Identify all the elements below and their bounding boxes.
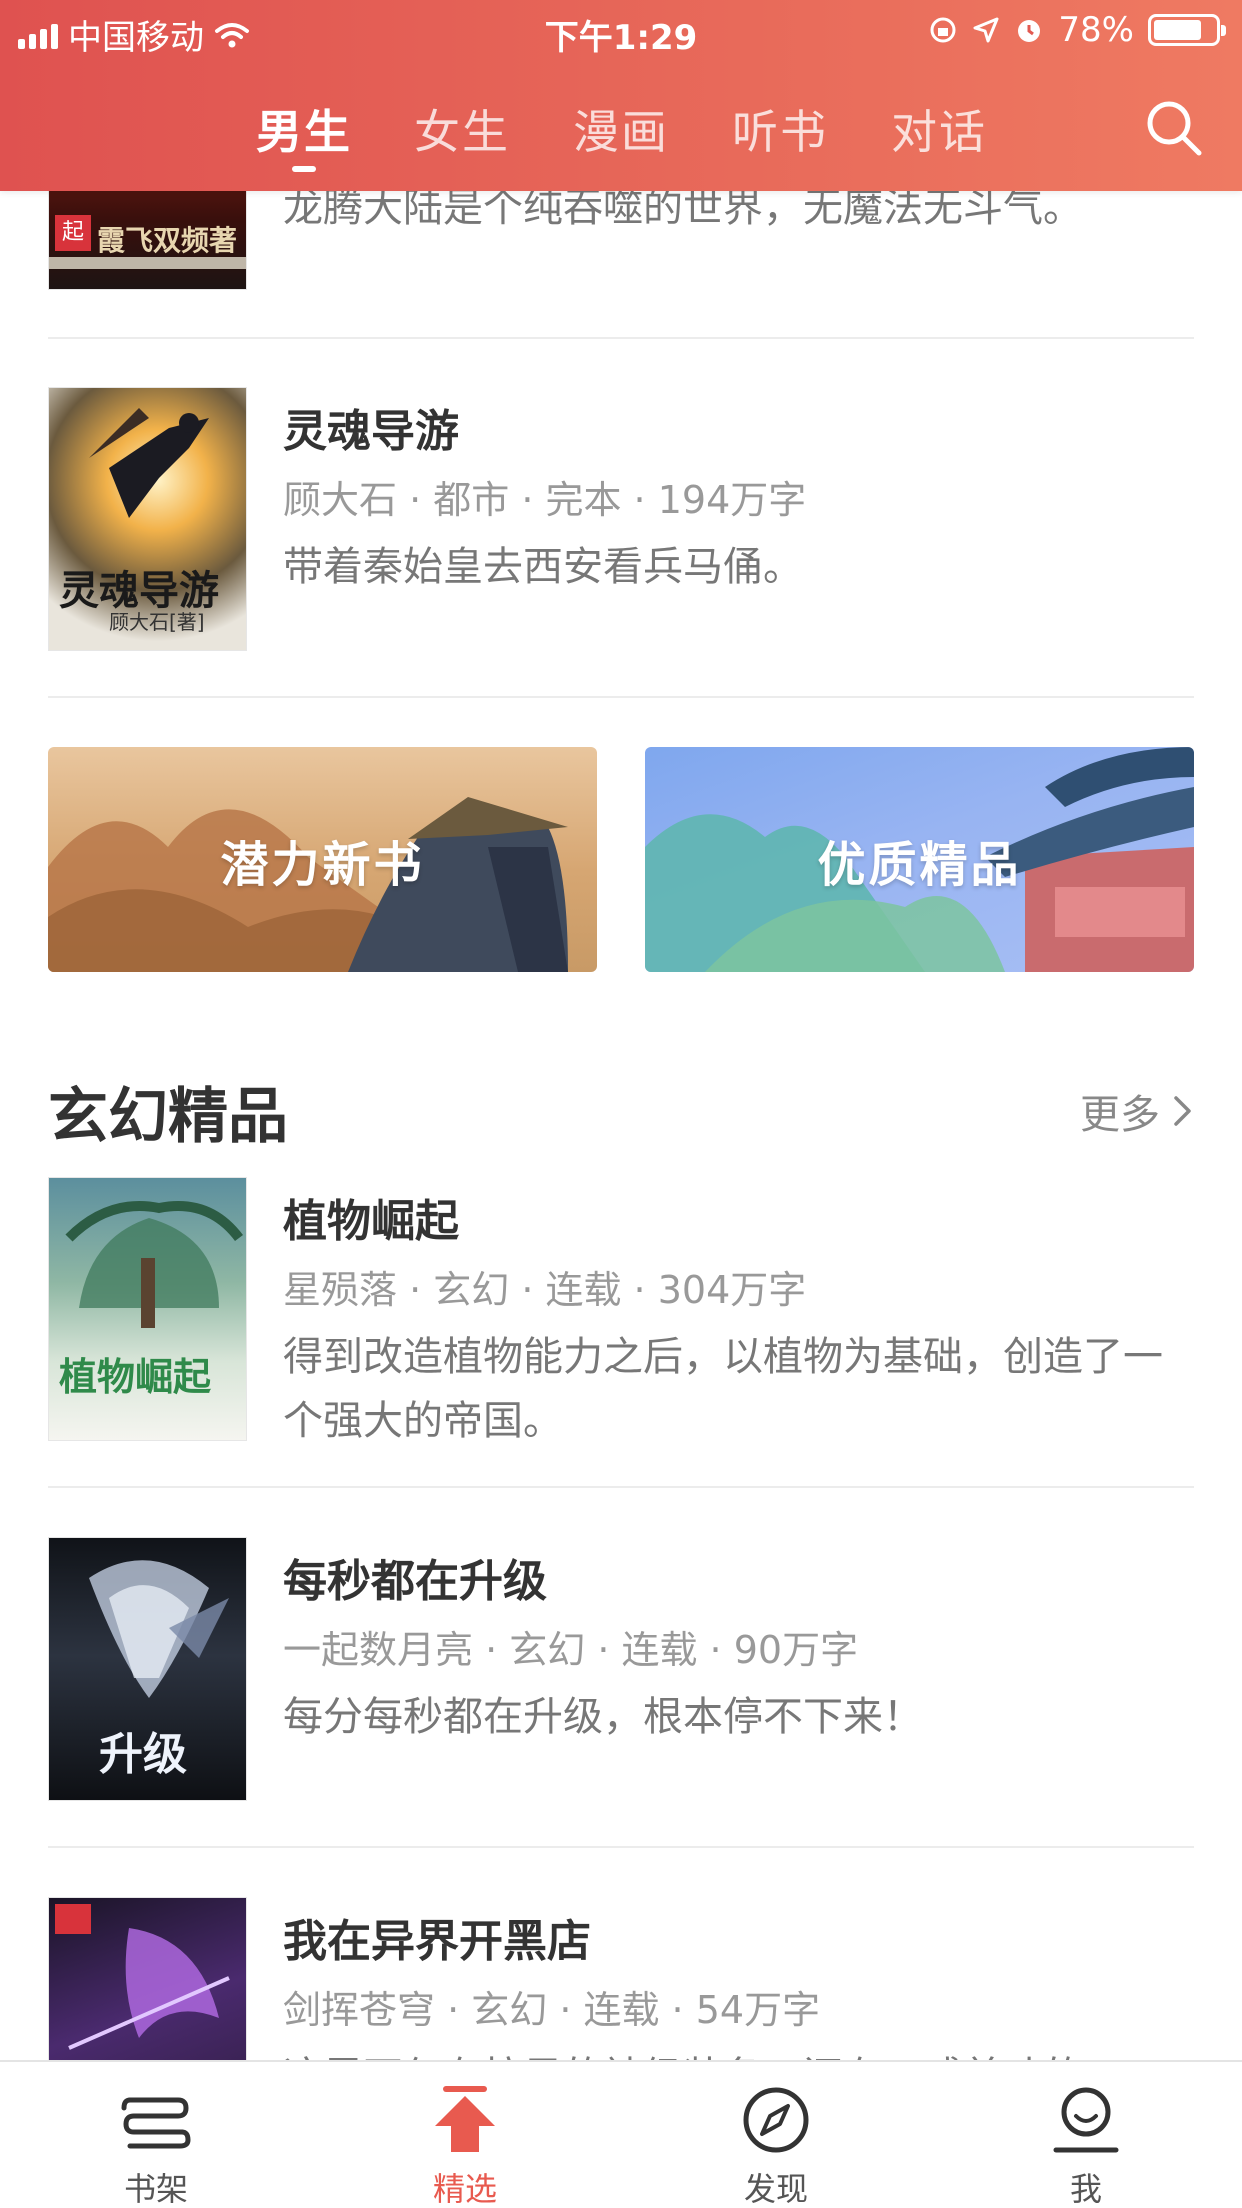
more-link[interactable]: 更多 — [1080, 1082, 1194, 1140]
section-title: 玄幻精品 — [48, 1082, 288, 1152]
nav-label: 发现 — [743, 2170, 808, 2208]
battery-icon — [1148, 14, 1226, 46]
app-header: 中国移动 下午1:29 78% 男生 女生 漫画 听书 对话 — [0, 0, 1242, 191]
tab-male[interactable]: 男生 — [256, 96, 352, 172]
compass-icon — [743, 2087, 809, 2153]
book-meta: 一起数月亮 · 玄幻 · 连载 · 90万字 — [283, 1628, 859, 1672]
warrior-illustration — [89, 1560, 229, 1698]
chevron-right-icon — [1174, 1096, 1191, 1126]
cover-author-text: 顾大石[著] — [109, 610, 205, 634]
divider — [48, 337, 1194, 339]
book-cover — [48, 1897, 247, 2060]
book-desc: 带着秦始皇去西安看兵马俑。 — [283, 544, 803, 590]
book-cover: 升级 — [48, 1537, 247, 1801]
book-title: 灵魂导游 — [283, 406, 459, 457]
divider — [48, 1486, 1194, 1488]
status-bar: 中国移动 下午1:29 78% — [0, 0, 1242, 60]
alarm-icon — [1018, 20, 1041, 42]
book-desc: 每分每秒都在升级，根本停不下来！ — [283, 1694, 923, 1740]
cover-title-text: 植物崛起 — [59, 1354, 212, 1399]
banner-potential-new-books[interactable]: 潜力新书 — [48, 747, 597, 972]
nav-label: 我 — [1069, 2170, 1102, 2208]
divider — [48, 696, 1194, 698]
book-desc: 这里不仅有拉风的神级装备，还有口感美味的 — [283, 2045, 1183, 2060]
banner-quality-picks[interactable]: 优质精品 — [645, 747, 1194, 972]
tree-illustration — [65, 1201, 243, 1328]
banner-label: 优质精品 — [817, 836, 1022, 893]
nav-me[interactable]: 我 — [986, 2062, 1186, 2208]
book-title: 植物崛起 — [283, 1196, 459, 1247]
nav-discover[interactable]: 发现 — [676, 2062, 876, 2208]
search-icon[interactable] — [1142, 96, 1206, 160]
cover-title-text: 升级 — [99, 1729, 187, 1780]
character-illustration — [68, 1928, 230, 2050]
orientation-lock-icon — [930, 17, 956, 43]
content-scroll[interactable]: 起 霞飞双频著 龙腾大陆是个纯吞噬的世界，无魔法无斗气。 灵魂导游 顾大石[著]… — [0, 0, 1242, 2060]
nav-bookshelf[interactable]: 书架 — [56, 2062, 256, 2208]
battery-percent: 78% — [1058, 10, 1134, 50]
book-desc: 得到改造植物能力之后，以植物为基础，创造了一个强大的帝国。 — [283, 1334, 1163, 1444]
profile-icon — [1053, 2087, 1119, 2153]
book-meta: 星殒落 · 玄幻 · 连载 · 304万字 — [283, 1268, 807, 1312]
book-meta: 剑挥苍穹 · 玄幻 · 连载 · 54万字 — [283, 1988, 821, 2032]
cover-figure-icon — [89, 408, 209, 518]
book-cover: 植物崛起 — [48, 1177, 247, 1441]
nav-label: 书架 — [123, 2170, 188, 2208]
tab-audiobooks[interactable]: 听书 — [732, 96, 828, 162]
battery-fill — [1154, 20, 1201, 40]
featured-arrow-icon — [435, 2086, 495, 2152]
cover-author-text: 霞飞双频著 — [97, 224, 238, 257]
tab-dialogue[interactable]: 对话 — [891, 96, 987, 162]
qidian-logo-icon: 起 — [55, 215, 91, 251]
book-title: 我在异界开黑店 — [283, 1916, 591, 1967]
book-title: 每秒都在升级 — [283, 1556, 547, 1607]
category-tabs: 男生 女生 漫画 听书 对话 — [0, 96, 1242, 172]
bookshelf-icon — [121, 2097, 191, 2149]
book-meta: 顾大石 · 都市 · 完本 · 194万字 — [283, 478, 807, 522]
tab-comics[interactable]: 漫画 — [573, 96, 669, 162]
cover-stripe — [49, 257, 246, 269]
nav-featured[interactable]: 精选 — [365, 2062, 565, 2208]
tab-female[interactable]: 女生 — [414, 96, 510, 162]
more-label: 更多 — [1080, 1092, 1160, 1138]
nav-label: 精选 — [432, 2170, 497, 2208]
location-arrow-icon — [973, 17, 999, 43]
book-cover: 灵魂导游 顾大石[著] — [48, 387, 247, 651]
bottom-tab-bar: 书架 精选 发现 我 — [0, 2060, 1242, 2208]
divider — [48, 1846, 1194, 1848]
banner-label: 潜力新书 — [220, 836, 425, 893]
